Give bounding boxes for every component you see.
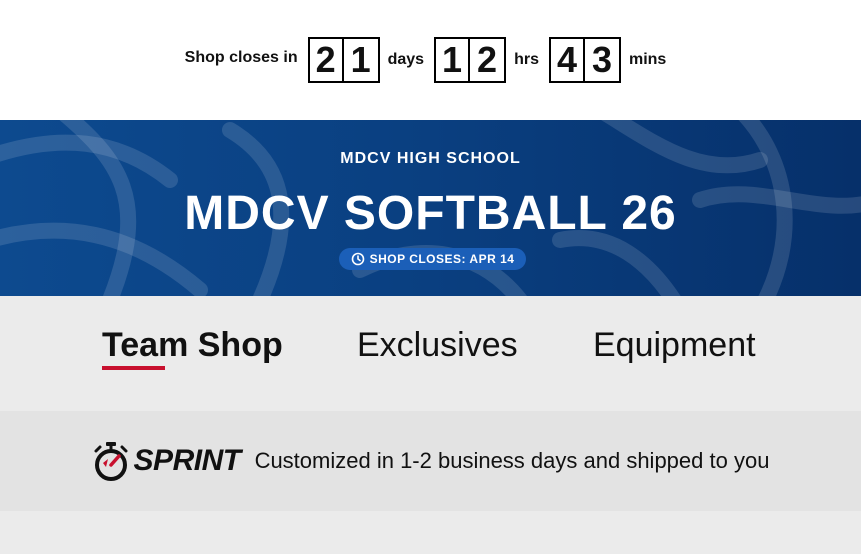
tab-exclusives[interactable]: Exclusives: [357, 326, 518, 365]
clock-icon: [351, 252, 364, 266]
days-digit: 1: [350, 39, 371, 80]
mins-digits: 4 3: [548, 37, 621, 83]
sprint-logo-text: SPRINT: [133, 444, 242, 477]
shop-closes-badge: SHOP CLOSES: APR 14: [339, 248, 526, 270]
mins-digit: 3: [591, 39, 612, 80]
countdown-bar: Shop closes in 2 1 days 1 2 hrs 4 3 mins: [0, 0, 861, 120]
tab-equipment[interactable]: Equipment: [593, 326, 756, 365]
tab-team-shop[interactable]: Team Shop: [102, 326, 283, 365]
hero-banner: MDCV HIGH SCHOOL MDCV SOFTBALL 26 SHOP C…: [0, 120, 861, 296]
sprint-logo: SPRINT: [92, 441, 241, 481]
sprint-banner: SPRINT Customized in 1-2 business days a…: [0, 411, 861, 511]
countdown-days: 2 1 days: [307, 37, 434, 83]
hours-unit: hrs: [514, 51, 539, 68]
shop-nav-tabs: Team Shop Exclusives Equipment: [0, 296, 861, 411]
sprint-message: Customized in 1-2 business days and ship…: [254, 448, 770, 473]
mins-unit: mins: [628, 51, 667, 68]
stopwatch-icon: [94, 442, 128, 481]
school-name: MDCV HIGH SCHOOL: [340, 150, 521, 167]
hours-digit: 1: [436, 39, 471, 81]
hours-digit: 2: [477, 39, 498, 80]
days-digits: 2 1: [307, 37, 380, 83]
days-unit: days: [387, 51, 425, 68]
active-tab-indicator: [102, 366, 165, 370]
shop-closes-text: SHOP CLOSES: APR 14: [369, 252, 515, 266]
page-title: MDCV SOFTBALL 26: [184, 187, 677, 240]
countdown-mins: 4 3 mins: [548, 37, 676, 83]
mins-digit: 4: [551, 39, 585, 81]
days-digit: 2: [310, 39, 344, 81]
countdown-label: Shop closes in: [184, 49, 298, 66]
countdown-hours: 1 2 hrs: [434, 37, 549, 83]
content-area: [0, 511, 861, 554]
hours-digits: 1 2: [434, 37, 507, 83]
